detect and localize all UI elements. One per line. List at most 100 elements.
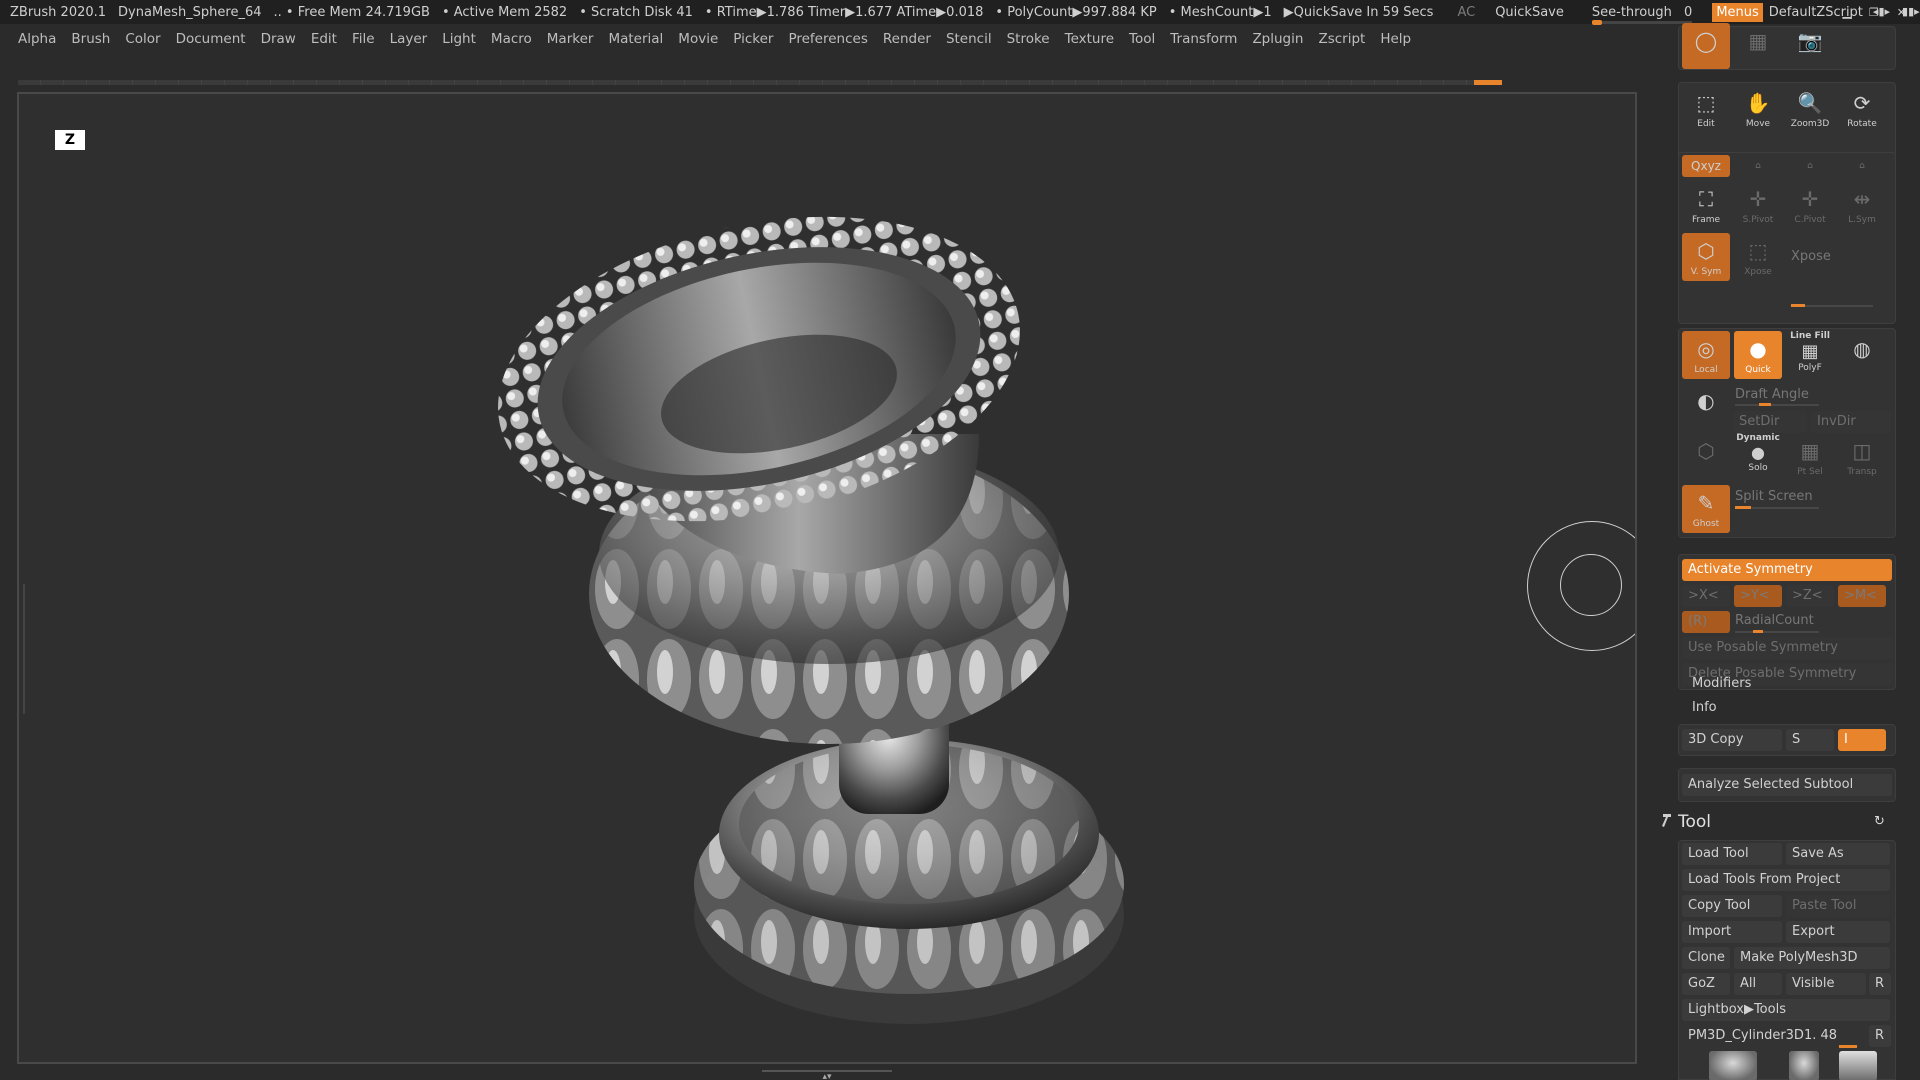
cpivot-button[interactable]: ✛ C.Pivot [1786, 181, 1834, 229]
menu-tool[interactable]: Tool [1129, 31, 1155, 47]
menu-picker[interactable]: Picker [733, 31, 773, 47]
lsym-button[interactable]: ⇹ L.Sym [1838, 181, 1886, 229]
sym-x-button[interactable]: >X< [1682, 585, 1730, 607]
frame-button[interactable]: ⛶ Frame [1682, 181, 1730, 229]
xpose-slider-knob[interactable] [1791, 304, 1805, 307]
copy-tool-button[interactable]: Copy Tool [1682, 895, 1782, 917]
menu-macro[interactable]: Macro [491, 31, 532, 47]
goz-r-button[interactable]: R [1869, 973, 1891, 995]
modifiers-section[interactable]: Modifiers [1692, 676, 1751, 691]
menu-color[interactable]: Color [125, 31, 160, 47]
edit-button[interactable]: ⬚ Edit [1682, 85, 1730, 133]
sculpted-urn-model[interactable] [19, 94, 1637, 1064]
goz-all-button[interactable]: All [1734, 973, 1782, 995]
activate-symmetry-button[interactable]: Activate Symmetry [1682, 559, 1892, 581]
sym-r-button[interactable]: (R) [1682, 611, 1730, 633]
sphere-display-icon[interactable]: ◍ [1838, 331, 1886, 379]
menu-material[interactable]: Material [608, 31, 663, 47]
clone-button[interactable]: Clone [1682, 947, 1730, 969]
vsym-button[interactable]: ⬡ V. Sym [1682, 233, 1730, 281]
split-screen-knob[interactable] [1735, 506, 1751, 509]
see-through-knob[interactable] [1591, 19, 1602, 25]
xyz-toggle[interactable]: Qxyz [1682, 155, 1730, 177]
ac-toggle[interactable]: AC [1457, 5, 1475, 20]
load-tools-from-project-button[interactable]: Load Tools From Project [1682, 869, 1890, 891]
radial-count-track[interactable] [1735, 631, 1819, 633]
menu-movie[interactable]: Movie [678, 31, 718, 47]
goz-button[interactable]: GoZ [1682, 973, 1730, 995]
quick-button[interactable]: ● Quick [1734, 331, 1782, 379]
menu-document[interactable]: Document [176, 31, 246, 47]
tool-thumbnail-cylinder[interactable] [1839, 1051, 1877, 1080]
export-button[interactable]: Export [1786, 921, 1890, 943]
menu-brush[interactable]: Brush [71, 31, 110, 47]
setdir-button[interactable]: SetDir [1733, 411, 1807, 433]
3d-copy-i-button[interactable]: I [1838, 729, 1886, 751]
menu-layer[interactable]: Layer [390, 31, 428, 47]
z-toggle-icon[interactable]: ⌂ [1786, 155, 1834, 177]
current-tool-slider[interactable]: PM3D_Cylinder3D1. 48 [1682, 1025, 1866, 1047]
save-as-button[interactable]: Save As [1786, 843, 1890, 865]
left-tray-handle[interactable] [23, 584, 29, 714]
menu-zscript[interactable]: Zscript [1318, 31, 1365, 47]
menu-transform[interactable]: Transform [1170, 31, 1237, 47]
invdir-button[interactable]: InvDir [1811, 411, 1891, 433]
menu-render[interactable]: Render [883, 31, 931, 47]
menu-edit[interactable]: Edit [311, 31, 337, 47]
radial-count-knob[interactable] [1753, 630, 1763, 633]
move-button[interactable]: ✋ Move [1734, 85, 1782, 133]
local-button[interactable]: ◎ Local [1682, 331, 1730, 379]
menu-zplugin[interactable]: Zplugin [1252, 31, 1303, 47]
use-posable-symmetry-button[interactable]: Use Posable Symmetry [1682, 637, 1892, 659]
sym-y-button[interactable]: >Y< [1734, 585, 1782, 607]
spivot-button[interactable]: ✛ S.Pivot [1734, 181, 1782, 229]
edit-preview-icon[interactable]: ▦ [1734, 23, 1782, 71]
transp-button[interactable]: ◫ Transp [1838, 433, 1886, 481]
ptsel-button[interactable]: ▦ Pt Sel [1786, 433, 1834, 481]
menu-alpha[interactable]: Alpha [18, 31, 56, 47]
rotate-button[interactable]: ⟳ Rotate [1838, 85, 1886, 133]
cube-icon[interactable]: ⬡ [1682, 433, 1730, 481]
see-through-slider[interactable]: See-through 0 [1591, 5, 1692, 25]
camera-icon[interactable]: 📷 [1786, 23, 1834, 71]
menu-file[interactable]: File [352, 31, 375, 47]
quicksave-button[interactable]: QuickSave [1495, 5, 1564, 20]
menu-stencil[interactable]: Stencil [946, 31, 992, 47]
tool-thumbnail-urn-small[interactable] [1789, 1051, 1819, 1080]
menu-help[interactable]: Help [1380, 31, 1411, 47]
close-icon[interactable]: ✕ [1897, 6, 1906, 19]
bottom-tray-handle[interactable]: ▴▾ [762, 1070, 892, 1080]
minimize-icon[interactable]: ▁ [1842, 6, 1850, 19]
tool-palette-title[interactable]: Tool [1678, 812, 1711, 832]
tool-thumbnail-urn[interactable] [1709, 1051, 1757, 1080]
draft-angle-knob[interactable] [1759, 403, 1771, 406]
menu-marker[interactable]: Marker [547, 31, 594, 47]
import-button[interactable]: Import [1682, 921, 1782, 943]
menu-preferences[interactable]: Preferences [788, 31, 867, 47]
menus-toggle-button[interactable]: Menus [1712, 2, 1763, 22]
info-section[interactable]: Info [1692, 700, 1717, 715]
polyf-button[interactable]: Line Fill ▦ PolyF [1786, 331, 1834, 379]
menu-stroke[interactable]: Stroke [1007, 31, 1050, 47]
current-tool-knob[interactable] [1839, 1045, 1857, 1048]
refresh-icon[interactable]: ↻ [1874, 814, 1885, 829]
xpose-button[interactable]: ⬚ Xpose [1734, 233, 1782, 281]
zoom3d-button[interactable]: 🔍 Zoom3D [1786, 85, 1834, 133]
3d-copy-button[interactable]: 3D Copy [1682, 729, 1782, 751]
current-tool-r-button[interactable]: R [1869, 1025, 1891, 1047]
contrast-toggle-icon[interactable]: ◐ [1682, 383, 1730, 427]
make-polymesh3d-button[interactable]: Make PolyMesh3D [1734, 947, 1890, 969]
y-toggle-icon[interactable]: ⌂ [1734, 155, 1782, 177]
sym-z-button[interactable]: >Z< [1786, 585, 1834, 607]
sym-m-button[interactable]: >M< [1838, 585, 1886, 607]
viewport-canvas[interactable]: Z [17, 92, 1637, 1064]
paste-tool-button[interactable]: Paste Tool [1786, 895, 1890, 917]
restore-icon[interactable]: ❐ [1869, 6, 1879, 19]
goz-visible-button[interactable]: Visible [1786, 973, 1866, 995]
ghost-button[interactable]: ✎ Ghost [1682, 485, 1730, 533]
menu-light[interactable]: Light [442, 31, 476, 47]
brush-preview-icon[interactable]: ◯ [1682, 23, 1730, 69]
menu-draw[interactable]: Draw [261, 31, 296, 47]
draft-angle-track[interactable] [1735, 404, 1819, 406]
w-toggle-icon[interactable]: ⌂ [1838, 155, 1886, 177]
